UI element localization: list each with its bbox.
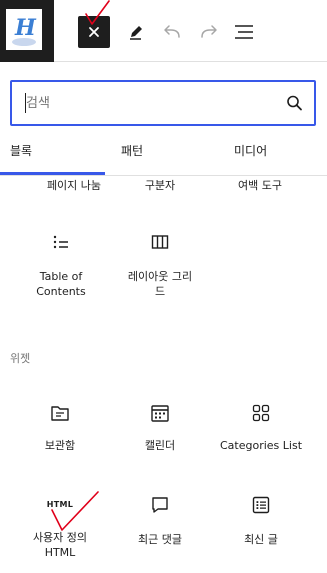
section-title-widgets: 위젯 <box>10 352 31 365</box>
logo-letter: H <box>14 15 37 41</box>
search-icon[interactable] <box>284 93 304 113</box>
block-label: 캘린더 <box>144 439 176 452</box>
block-label-line1: 레이아웃 그리 <box>127 270 193 283</box>
block-page-break[interactable]: 페이지 나눔 <box>24 178 124 193</box>
calendar-icon <box>151 405 169 422</box>
block-table-of-contents[interactable]: Table of Contents <box>11 232 111 299</box>
tab-media[interactable]: 미디어 <box>234 134 267 176</box>
block-label-line1: Table of <box>39 270 83 283</box>
block-label: 여백 도구 <box>238 179 282 192</box>
table-of-contents-icon <box>53 235 68 249</box>
block-separator[interactable]: 구분자 <box>110 178 210 193</box>
undo-icon[interactable] <box>161 20 185 44</box>
layout-grid-icon <box>151 235 169 249</box>
archive-folder-icon <box>51 406 69 421</box>
redo-icon[interactable] <box>196 20 220 44</box>
block-search <box>10 80 316 126</box>
block-label-line2: HTML <box>44 546 76 559</box>
block-label: 최신 글 <box>244 533 278 546</box>
block-categories-list[interactable]: Categories List <box>211 402 311 453</box>
tab-divider <box>0 175 327 176</box>
site-logo: H <box>6 9 42 50</box>
categories-grid-icon <box>252 404 270 422</box>
editor-toolbar: H <box>0 0 327 62</box>
block-label: Categories List <box>219 439 303 452</box>
tab-blocks[interactable]: 블록 <box>10 134 32 176</box>
block-label-line2: Contents <box>36 285 86 298</box>
block-latest-comments[interactable]: 최근 댓글 <box>110 494 210 547</box>
comment-icon <box>152 497 168 513</box>
block-spacer[interactable]: 여백 도구 <box>210 178 310 193</box>
pencil-icon[interactable] <box>124 20 148 44</box>
inserter-tabs: 블록 패턴 미디어 <box>0 134 327 176</box>
red-check-annotation-icon <box>85 0 110 25</box>
red-check-annotation-icon <box>51 491 99 531</box>
text-caret <box>25 93 26 113</box>
block-label: 보관함 <box>44 439 76 452</box>
latest-posts-icon <box>252 496 270 514</box>
site-logo-button[interactable]: H <box>0 0 54 62</box>
block-layout-grid[interactable]: 레이아웃 그리 드 <box>110 232 210 299</box>
block-label: 최근 댓글 <box>138 533 182 546</box>
block-label: 구분자 <box>144 179 176 192</box>
search-input[interactable] <box>12 82 272 124</box>
block-latest-posts[interactable]: 최신 글 <box>211 494 311 547</box>
block-archives[interactable]: 보관함 <box>10 402 110 453</box>
tab-patterns[interactable]: 패턴 <box>121 134 143 176</box>
list-view-icon[interactable] <box>232 20 256 44</box>
block-label-line2: 드 <box>154 285 166 298</box>
block-label: 페이지 나눔 <box>46 179 102 192</box>
block-calendar[interactable]: 캘린더 <box>110 402 210 453</box>
logo-icon: H <box>6 9 42 50</box>
